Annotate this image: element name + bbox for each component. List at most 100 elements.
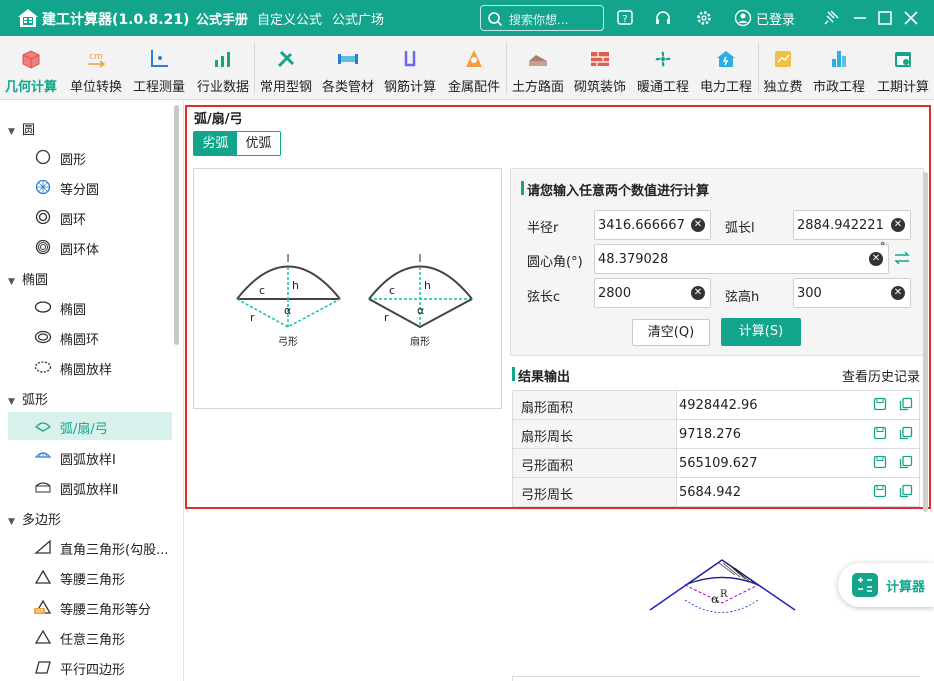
chord-field[interactable]: 2800 ✕: [594, 278, 711, 308]
tool-survey[interactable]: 工程测量: [128, 36, 190, 100]
save-icon[interactable]: [873, 455, 887, 469]
tool-pipes[interactable]: 各类管材: [318, 36, 378, 100]
maximize-icon[interactable]: [876, 9, 894, 27]
sidebar-item-divided-circle[interactable]: 等分圆: [8, 173, 172, 201]
sidebar-item-torus[interactable]: 圆环体: [8, 233, 172, 261]
tab-minor-arc[interactable]: 劣弧: [194, 132, 237, 155]
tab-major-arc[interactable]: 优弧: [237, 132, 280, 155]
tool-electrical[interactable]: 电力工程: [695, 36, 757, 100]
sidebar-group-arc[interactable]: ▼ 弧形: [8, 389, 48, 408]
sidebar-item-isosceles-triangle[interactable]: 等腰三角形: [8, 563, 172, 591]
content-scrollbar[interactable]: [923, 172, 928, 512]
tool-label: 砌筑装饰: [573, 80, 626, 95]
settings-gear-icon[interactable]: [695, 9, 713, 27]
group-label: 多边形: [22, 513, 62, 528]
sidebar-item-elliptic-ring[interactable]: 椭圆环: [8, 323, 172, 351]
sidebar-item-ring[interactable]: 圆环: [8, 203, 172, 231]
copy-icon[interactable]: [899, 426, 913, 440]
sidebar-item-isosceles-triangle-divide[interactable]: VIP 等腰三角形等分: [8, 593, 172, 621]
sidebar-item-ellipse-layout[interactable]: 椭圆放样: [8, 353, 172, 381]
clear-x-icon[interactable]: ✕: [691, 286, 705, 300]
tool-schedule[interactable]: 工期计算: [872, 36, 934, 100]
clear-x-icon[interactable]: ✕: [691, 218, 705, 232]
fan-icon: [655, 51, 671, 67]
sidebar-item-right-triangle[interactable]: 直角三角形(勾股...: [8, 533, 172, 561]
calculate-button[interactable]: 计算(S): [721, 318, 801, 346]
arc-length-field[interactable]: 2884.942221 ✕: [793, 210, 911, 240]
arc-layout-icon: [34, 452, 52, 458]
central-angle-field[interactable]: 48.379028 ✕: [594, 244, 889, 274]
collapse-arrow-icon: ▼: [8, 277, 15, 287]
save-icon[interactable]: [873, 484, 887, 498]
result-header: 结果输出: [518, 370, 571, 385]
user-icon[interactable]: [734, 9, 752, 27]
toolbar-divider: [758, 42, 759, 94]
radius-field[interactable]: 3416.666667 ✕: [594, 210, 711, 240]
sidebar-item-label: 椭圆放样: [60, 363, 113, 378]
radius-value: 3416.666667: [598, 218, 685, 233]
category-toolbar: 几何计算 cm 单位转换 工程测量 行业数据 常用型钢 各类管材 钢筋计算 金属配…: [0, 36, 934, 100]
arc-layout-figure: R α: [649, 559, 796, 613]
clear-button[interactable]: 清空(Q): [632, 319, 710, 346]
tool-metal-fittings[interactable]: 金属配件: [443, 36, 505, 100]
central-angle-label: 圆心角(°): [527, 255, 583, 270]
swap-unit-icon[interactable]: [893, 250, 911, 266]
menu-custom-formula[interactable]: 自定义公式: [257, 9, 322, 28]
municipal-icon: [832, 51, 846, 67]
headset-icon[interactable]: [654, 9, 672, 27]
copy-icon[interactable]: [899, 484, 913, 498]
road-icon: [529, 55, 547, 66]
tool-municipal[interactable]: 市政工程: [808, 36, 870, 100]
menu-formula-square[interactable]: 公式广场: [332, 9, 384, 28]
copy-icon[interactable]: [899, 397, 913, 411]
tool-rebar[interactable]: 钢筋计算: [380, 36, 440, 100]
help-icon[interactable]: ?: [616, 9, 634, 27]
sidebar-item-arc-layout-1[interactable]: 圆弧放样Ⅰ: [8, 443, 172, 471]
minimize-icon[interactable]: [851, 9, 869, 27]
tool-label: 钢筋计算: [383, 80, 436, 95]
tool-label: 土方路面: [511, 80, 564, 95]
sidebar-item-label: 直角三角形(勾股...: [60, 543, 169, 558]
tool-masonry[interactable]: 砌筑装饰: [570, 36, 630, 100]
login-status[interactable]: 已登录: [756, 9, 795, 28]
copy-icon[interactable]: [899, 455, 913, 469]
tool-independent-fee[interactable]: 独立费: [760, 36, 806, 100]
sidebar-group-circle[interactable]: ▼ 圆: [8, 119, 35, 138]
group-label: 圆: [22, 123, 36, 138]
tool-earthwork[interactable]: 土方路面: [508, 36, 568, 100]
sidebar-group-polygon[interactable]: ▼ 多边形: [8, 509, 61, 528]
tools-icon: [277, 50, 295, 68]
tool-hvac[interactable]: 暖通工程: [632, 36, 694, 100]
clear-x-icon[interactable]: ✕: [891, 218, 905, 232]
sidebar-item-any-triangle[interactable]: 任意三角形: [8, 623, 172, 651]
search-box[interactable]: 搜索你想...: [480, 5, 604, 31]
arc-diagram-svg: l c h r α 弓形 l c h r α 扇形: [236, 252, 473, 348]
calculator-label: 计算器: [886, 580, 926, 595]
tool-geometry[interactable]: 几何计算: [0, 36, 62, 100]
sidebar-item-circle[interactable]: 圆形: [8, 143, 172, 171]
close-icon[interactable]: [902, 9, 920, 27]
floating-calculator-button[interactable]: 计算器: [838, 563, 934, 607]
clear-x-icon[interactable]: ✕: [869, 252, 883, 266]
sidebar-scrollbar[interactable]: [174, 105, 179, 345]
clear-x-icon[interactable]: ✕: [891, 286, 905, 300]
view-history-link[interactable]: 查看历史记录: [842, 366, 920, 385]
tool-steel[interactable]: 常用型钢: [256, 36, 316, 100]
tool-industry-data[interactable]: 行业数据: [192, 36, 254, 100]
sidebar-group-ellipse[interactable]: ▼ 椭圆: [8, 269, 48, 288]
sidebar-item-arc-sector-segment[interactable]: 弧/扇/弓: [8, 412, 172, 440]
pin-icon[interactable]: [822, 9, 840, 27]
menu-formula-manual[interactable]: 公式手册: [196, 9, 248, 28]
tool-unit-convert[interactable]: cm 单位转换: [66, 36, 126, 100]
sidebar-item-ellipse[interactable]: 椭圆: [8, 293, 172, 321]
ring-icon: [35, 209, 51, 225]
triangle-icon: [34, 629, 52, 644]
table-row: 扇形面积 4928442.96: [512, 391, 920, 420]
sidebar-item-arc-layout-2[interactable]: 圆弧放样Ⅱ: [8, 473, 172, 501]
save-icon[interactable]: [873, 426, 887, 440]
table-row: 弓形面积 565109.627: [512, 449, 920, 478]
save-icon[interactable]: [873, 397, 887, 411]
sidebar-item-parallelogram[interactable]: 平行四边形: [8, 653, 172, 681]
chord-height-field[interactable]: 300 ✕: [793, 278, 911, 308]
sidebar-item-label: 等分圆: [60, 183, 100, 198]
